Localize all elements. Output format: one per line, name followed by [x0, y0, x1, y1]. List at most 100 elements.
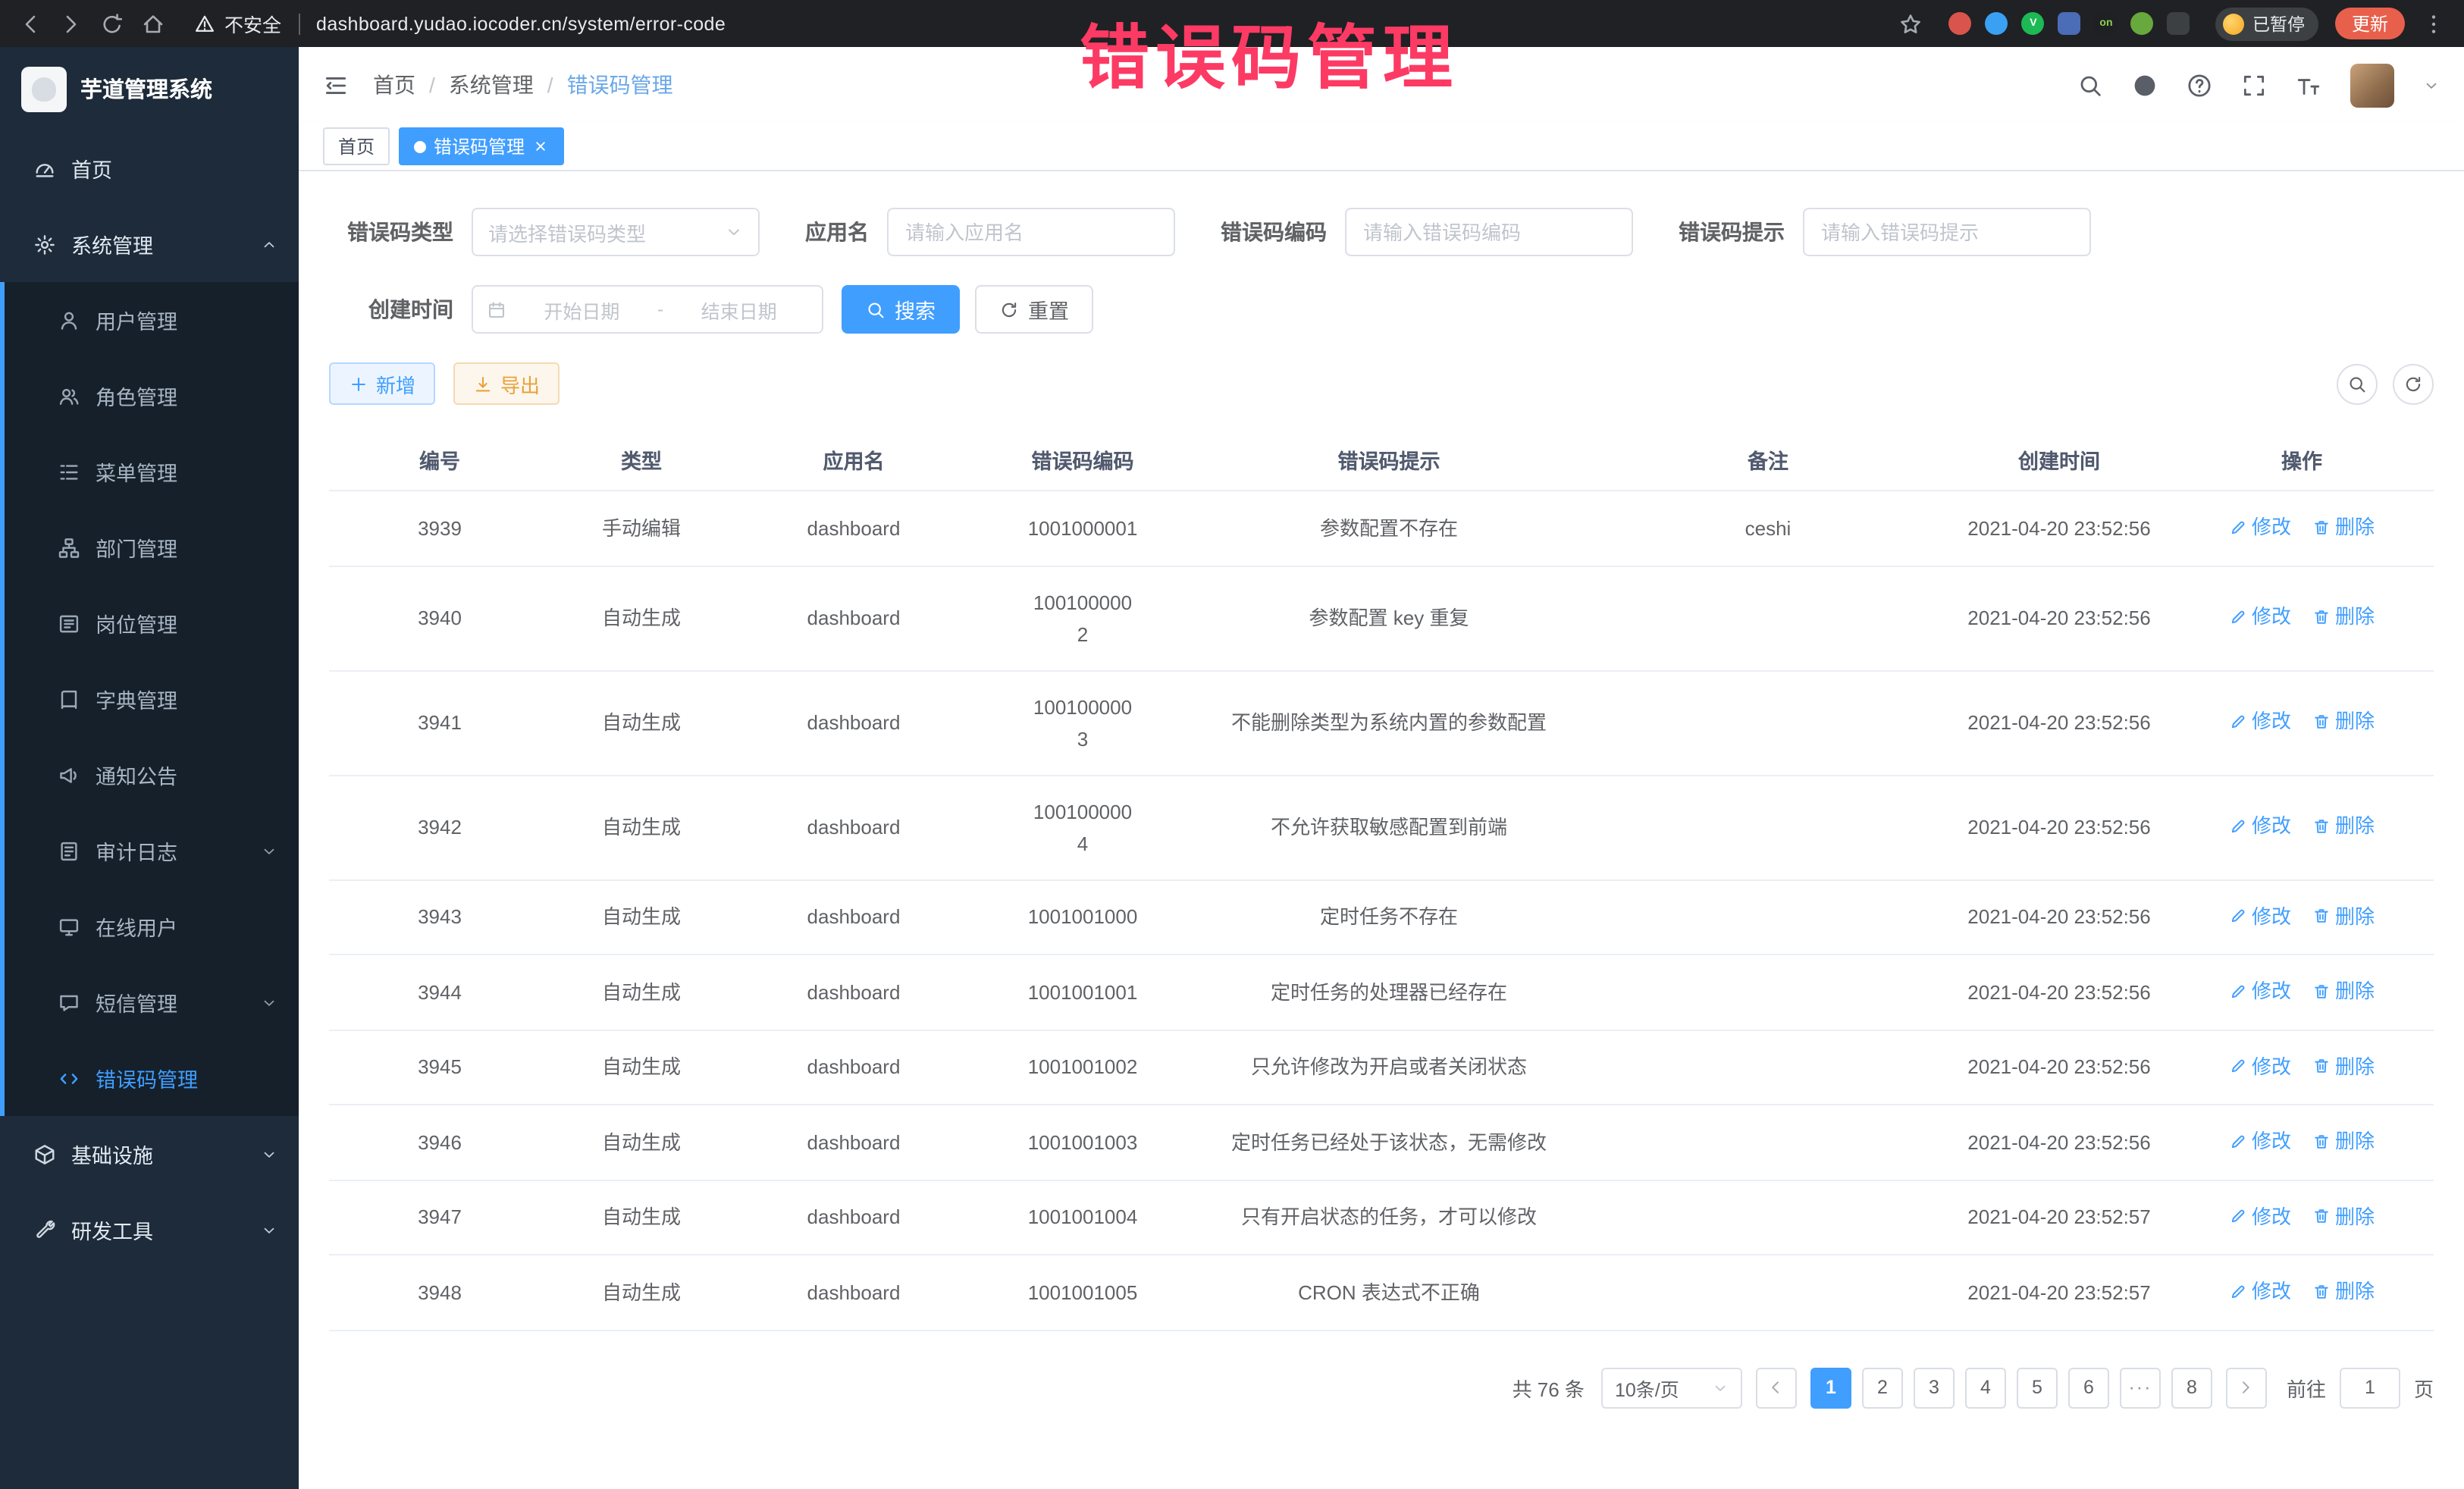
export-button[interactable]: 导出 — [453, 362, 560, 405]
edit-link[interactable]: 修改 — [2229, 1200, 2291, 1232]
browser-menu-icon[interactable] — [2422, 11, 2446, 36]
extensions-tray: Von — [1949, 12, 2190, 35]
chevron-down-icon — [261, 994, 277, 1011]
header-search-icon[interactable] — [2077, 72, 2103, 98]
extension-icon-2[interactable] — [1986, 12, 2008, 35]
font-size-icon[interactable] — [2296, 72, 2321, 98]
edit-link[interactable]: 修改 — [2229, 975, 2291, 1007]
sidebar-item-notice[interactable]: 通知公告 — [5, 737, 299, 813]
delete-link[interactable]: 删除 — [2312, 706, 2375, 738]
delete-link[interactable]: 删除 — [2312, 975, 2375, 1007]
chevron-up-icon — [261, 236, 277, 252]
delete-link[interactable]: 删除 — [2312, 1275, 2375, 1307]
sidebar-item-dev-tools[interactable]: 研发工具 — [0, 1192, 299, 1268]
delete-link[interactable]: 删除 — [2312, 810, 2375, 842]
hamburger-icon[interactable] — [323, 72, 349, 98]
sidebar-item-role[interactable]: 角色管理 — [5, 358, 299, 434]
page-size-select[interactable]: 10条/页 — [1601, 1367, 1742, 1408]
page-button-5[interactable]: 5 — [2017, 1367, 2058, 1408]
sidebar-item-user[interactable]: 用户管理 — [5, 282, 299, 358]
toggle-search-button[interactable] — [2337, 363, 2378, 404]
error-hint-input[interactable] — [1803, 208, 2091, 256]
add-button[interactable]: 新增 — [329, 362, 435, 405]
breadcrumb-item-current: 错误码管理 — [567, 70, 673, 100]
page-button-8[interactable]: 8 — [2171, 1367, 2212, 1408]
date-range-picker[interactable]: 开始日期 - 结束日期 — [472, 285, 823, 334]
edit-link[interactable]: 修改 — [2229, 706, 2291, 738]
help-icon[interactable] — [2187, 72, 2212, 98]
app-logo[interactable]: 芋道管理系统 — [0, 47, 299, 130]
edit-link[interactable]: 修改 — [2229, 511, 2291, 543]
fullscreen-icon[interactable] — [2241, 72, 2267, 98]
sidebar-item-sms[interactable]: 短信管理 — [5, 964, 299, 1040]
prev-page-button[interactable] — [1756, 1367, 1797, 1408]
user-avatar[interactable] — [2350, 63, 2394, 107]
extension-icon-4[interactable] — [2058, 12, 2081, 35]
table-row: 3948自动生成dashboard1001001005CRON 表达式不正确20… — [329, 1255, 2434, 1330]
error-type-select[interactable]: 请选择错误码类型 — [472, 208, 760, 256]
page-button-2[interactable]: 2 — [1862, 1367, 1903, 1408]
page-button-6[interactable]: 6 — [2068, 1367, 2109, 1408]
delete-link[interactable]: 删除 — [2312, 1125, 2375, 1157]
edit-link[interactable]: 修改 — [2229, 900, 2291, 932]
forward-icon[interactable] — [59, 11, 83, 36]
sidebar-item-menu[interactable]: 菜单管理 — [5, 434, 299, 509]
sidebar-item-online-user[interactable]: 在线用户 — [5, 889, 299, 964]
edit-link[interactable]: 修改 — [2229, 601, 2291, 633]
url-text[interactable]: dashboard.yudao.iocoder.cn/system/error-… — [316, 13, 726, 34]
edit-link[interactable]: 修改 — [2229, 1050, 2291, 1082]
page-ellipsis[interactable]: ··· — [2120, 1367, 2161, 1408]
edit-link[interactable]: 修改 — [2229, 1125, 2291, 1157]
sidebar: 芋道管理系统 首页系统管理用户管理角色管理菜单管理部门管理岗位管理字典管理通知公… — [0, 47, 299, 1489]
avatar-caret-icon[interactable] — [2423, 77, 2440, 93]
delete-link[interactable]: 删除 — [2312, 1050, 2375, 1082]
delete-link[interactable]: 删除 — [2312, 900, 2375, 932]
error-code-input[interactable] — [1345, 208, 1633, 256]
extension-icon-1[interactable] — [1949, 12, 1972, 35]
app-name-input[interactable] — [887, 208, 1175, 256]
tab-error-code[interactable]: 错误码管理 — [399, 127, 564, 165]
delete-link[interactable]: 删除 — [2312, 601, 2375, 633]
close-icon[interactable] — [532, 138, 549, 155]
search-button[interactable]: 搜索 — [842, 285, 960, 334]
cell-hint: 参数配置 key 重复 — [1190, 566, 1588, 670]
sidebar-item-dict[interactable]: 字典管理 — [5, 661, 299, 737]
sidebar-item-dept[interactable]: 部门管理 — [5, 509, 299, 585]
cell-code: 1001001004 — [975, 1180, 1190, 1255]
back-icon[interactable] — [18, 11, 42, 36]
sidebar-item-system[interactable]: 系统管理 — [0, 206, 299, 282]
extension-icon-3[interactable]: V — [2022, 12, 2045, 35]
edit-link[interactable]: 修改 — [2229, 810, 2291, 842]
update-button[interactable]: 更新 — [2335, 8, 2405, 39]
extension-icon-5[interactable]: on — [2095, 12, 2118, 35]
delete-link[interactable]: 删除 — [2312, 511, 2375, 543]
profile-chip[interactable]: 已暂停 — [2216, 7, 2318, 40]
edit-link[interactable]: 修改 — [2229, 1275, 2291, 1307]
sidebar-item-audit-log[interactable]: 审计日志 — [5, 813, 299, 889]
delete-link[interactable]: 删除 — [2312, 1200, 2375, 1232]
sidebar-item-label: 研发工具 — [71, 1215, 153, 1245]
sidebar-item-label: 基础设施 — [71, 1139, 153, 1169]
breadcrumb-item-home[interactable]: 首页 — [373, 70, 415, 100]
next-page-button[interactable] — [2226, 1367, 2267, 1408]
sidebar-item-home[interactable]: 首页 — [0, 130, 299, 206]
tab-home[interactable]: 首页 — [323, 127, 390, 165]
page-button-4[interactable]: 4 — [1965, 1367, 2006, 1408]
goto-page-input[interactable] — [2340, 1367, 2400, 1408]
bookmark-star-icon[interactable] — [1899, 11, 1923, 36]
extension-icon-7[interactable] — [2168, 12, 2190, 35]
browser-home-icon[interactable] — [141, 11, 165, 36]
github-icon[interactable] — [2132, 72, 2158, 98]
sidebar-item-infra[interactable]: 基础设施 — [0, 1116, 299, 1192]
refresh-table-button[interactable] — [2393, 363, 2434, 404]
security-indicator[interactable]: 不安全 — [194, 9, 281, 38]
page-button-1[interactable]: 1 — [1810, 1367, 1851, 1408]
extension-icon-6[interactable] — [2131, 12, 2154, 35]
sidebar-item-error-code[interactable]: 错误码管理 — [5, 1040, 299, 1116]
page-button-3[interactable]: 3 — [1914, 1367, 1955, 1408]
breadcrumb-item-system[interactable]: 系统管理 — [449, 70, 534, 100]
reload-icon[interactable] — [100, 11, 124, 36]
page-size-value: 10条/页 — [1615, 1373, 1679, 1402]
reset-button[interactable]: 重置 — [975, 285, 1093, 334]
sidebar-item-post[interactable]: 岗位管理 — [5, 585, 299, 661]
